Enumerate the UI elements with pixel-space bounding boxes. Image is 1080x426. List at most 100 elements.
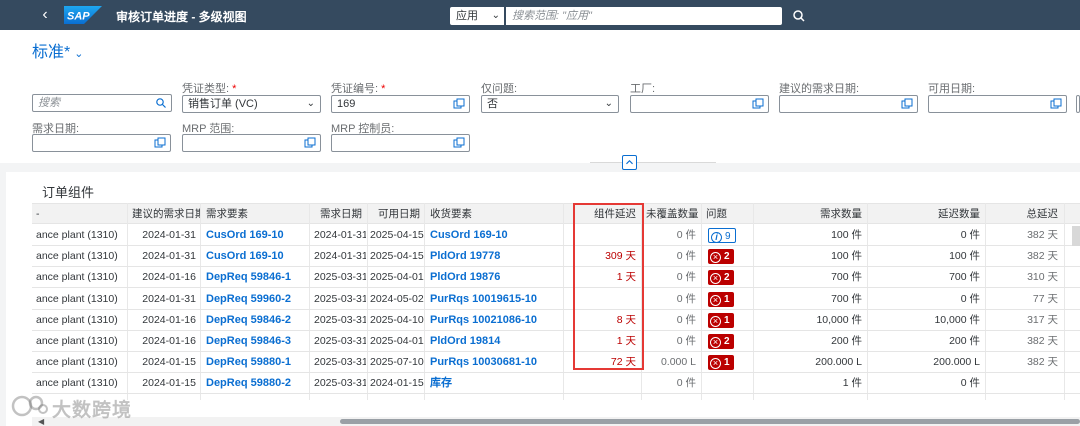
cell-total-delay: 382 天 [1027, 229, 1058, 241]
doc-type-label: 凭证类型: * [182, 83, 237, 95]
error-issues-button[interactable]: × 1 [708, 312, 734, 328]
vertical-scrollbar[interactable] [1072, 226, 1080, 246]
receipt-element-link[interactable]: PurRqs 10019615-10 [426, 289, 566, 310]
column-header-req-date[interactable]: 需求日期 [310, 204, 366, 225]
column-header-plant[interactable]: - [32, 204, 128, 225]
receipt-element-link[interactable]: 库存 [426, 373, 566, 394]
cell-req-date: 2025-03-31 [314, 271, 366, 284]
req-element-link[interactable]: DepReq 59880-2 [202, 373, 312, 394]
sap-logo[interactable]: SAP [64, 6, 102, 24]
column-header-avail-date[interactable]: 可用日期 [366, 204, 424, 225]
cell-total-delay: 382 天 [1027, 250, 1058, 263]
proposed-req-date-input[interactable] [779, 95, 918, 113]
table-row[interactable]: ance plant (1310) 2024-01-16 DepReq 59846-… [32, 267, 1080, 289]
cell-delayed-qty: 200 件 [949, 335, 980, 347]
avail-date-input[interactable] [928, 95, 1067, 113]
column-header-uncovered-qty[interactable]: 未覆盖数量 [642, 204, 700, 225]
value-help-icon[interactable] [752, 98, 764, 110]
column-header-receipt-element[interactable]: 收货要素 [426, 204, 566, 225]
error-icon: × [710, 252, 721, 264]
doc-type-select[interactable]: 销售订单 (VC) ⌄ [182, 95, 321, 113]
filter-search-input[interactable]: 搜索 [32, 94, 172, 112]
receipt-element-link[interactable]: PldOrd 19778 [426, 246, 566, 267]
collapse-header-button[interactable] [622, 155, 637, 170]
cell-proposed-date: 2024-01-31 [142, 229, 196, 241]
global-search-input[interactable]: 搜索范围: "应用" [506, 7, 782, 25]
req-date-input[interactable] [32, 134, 171, 152]
column-header-proposed-date[interactable]: 建议的需求日期 [128, 204, 200, 225]
mrp-area-input[interactable] [182, 134, 321, 152]
column-header-req-element[interactable]: 需求要素 [202, 204, 312, 225]
req-element-link[interactable]: DepReq 59846-3 [202, 331, 312, 352]
cell-delayed-qty: 0 件 [960, 292, 980, 305]
cell-req-date: 2025-03-31 [314, 335, 366, 347]
app-title[interactable]: 审核订单进度 - 多级视图 [116, 8, 247, 25]
issues-only-value: 否 [487, 98, 498, 110]
value-help-icon[interactable] [901, 98, 913, 110]
cell-proposed-date: 2024-01-31 [142, 250, 196, 263]
receipt-element-link[interactable]: PurRqs 10021086-10 [426, 310, 566, 331]
req-element-link[interactable]: DepReq 59846-1 [202, 267, 312, 288]
cell-avail-date: 2025-07-10 [370, 356, 424, 369]
issues-only-select[interactable]: 否 ⌄ [481, 95, 619, 113]
column-header-total-delay[interactable]: 总延迟 [986, 204, 1062, 225]
scrollbar-thumb[interactable] [340, 419, 1080, 424]
error-issues-button[interactable]: × 2 [708, 270, 734, 286]
chevron-down-icon[interactable]: ⌄ [233, 8, 242, 21]
filter-field-clipped[interactable] [1076, 95, 1080, 113]
req-element-link[interactable]: CusOrd 169-10 [202, 246, 312, 267]
cell-req-date: 2025-03-31 [314, 313, 366, 326]
receipt-element-link[interactable]: CusOrd 169-10 [426, 225, 566, 246]
req-element-link[interactable]: DepReq 59880-1 [202, 352, 312, 373]
error-issues-button[interactable]: × 1 [708, 291, 734, 307]
table-row[interactable]: ance plant (1310) 2024-01-31 CusOrd 169-10… [32, 225, 1080, 246]
column-header-req-qty[interactable]: 需求数量 [754, 204, 866, 225]
doc-number-input[interactable]: 169 [331, 95, 470, 113]
value-help-icon[interactable] [453, 98, 465, 110]
cell-avail-date: 2025-04-15 [370, 250, 424, 263]
table-row[interactable]: ance plant (1310) 2024-01-31 DepReq 59960-… [32, 289, 1080, 310]
req-element-link[interactable]: DepReq 59960-2 [202, 289, 312, 310]
plant-input[interactable] [630, 95, 769, 113]
table-title: 订单组件 [42, 185, 95, 200]
cell-proposed-date: 2024-01-16 [142, 313, 196, 326]
error-issues-button[interactable]: × 1 [708, 355, 734, 371]
req-element-link[interactable]: DepReq 59846-2 [202, 310, 312, 331]
column-header-issues[interactable]: 问题 [702, 204, 752, 225]
cell-plant: ance plant (1310) [36, 313, 118, 326]
table-row[interactable]: ance plant (1310) 2024-01-16 DepReq 59846-… [32, 331, 1080, 352]
error-issues-button[interactable]: × 2 [708, 249, 734, 265]
table-row[interactable]: ance plant (1310) 2024-01-15 DepReq 59880-… [32, 352, 1080, 374]
column-header-delayed-qty[interactable]: 延迟数量 [868, 204, 984, 225]
value-help-icon[interactable] [154, 137, 166, 149]
value-help-icon[interactable] [304, 137, 316, 149]
table-row[interactable]: ance plant (1310) 2024-01-15 DepReq 59880-… [32, 373, 1080, 395]
cell-plant: ance plant (1310) [36, 335, 118, 347]
chevron-up-icon [626, 159, 633, 165]
error-icon: × [710, 273, 721, 285]
error-issues-button[interactable]: × 2 [708, 334, 734, 349]
receipt-element-link[interactable]: PldOrd 19814 [426, 331, 566, 352]
cell-req-qty: 1 件 [842, 377, 862, 390]
value-help-icon[interactable] [453, 137, 465, 149]
table-row[interactable]: ance plant (1310) 2024-01-16 DepReq 59846-… [32, 310, 1080, 331]
receipt-element-link[interactable]: PldOrd 19876 [426, 267, 566, 288]
info-issues-button[interactable]: i9 [708, 228, 736, 243]
search-scope-select[interactable]: 应用 ⌄ [450, 7, 504, 25]
receipt-element-link[interactable]: PurRqs 10030681-10 [426, 352, 566, 373]
issue-count: 2 [724, 272, 730, 284]
table-row[interactable]: ance plant (1310) 2024-01-31 CusOrd 169-10… [32, 246, 1080, 268]
horizontal-scrollbar[interactable]: ◀ [32, 417, 1080, 426]
cell-total-delay [986, 373, 1062, 394]
search-icon[interactable] [790, 7, 808, 25]
error-icon: × [710, 294, 721, 306]
shell-bar: ‹ SAP 审核订单进度 - 多级视图 ⌄ 应用 ⌄ 搜索范围: "应用" [0, 0, 1080, 30]
req-element-link[interactable]: CusOrd 169-10 [202, 225, 312, 246]
mrp-controller-input[interactable] [331, 134, 470, 152]
chevron-down-icon: ⌄ [306, 98, 315, 109]
back-icon[interactable]: ‹ [36, 6, 54, 24]
variant-selector[interactable]: 标准* ⌄ [32, 38, 83, 62]
filter-search-placeholder: 搜索 [38, 97, 60, 109]
value-help-icon[interactable] [1050, 98, 1062, 110]
search-icon[interactable] [155, 97, 167, 109]
